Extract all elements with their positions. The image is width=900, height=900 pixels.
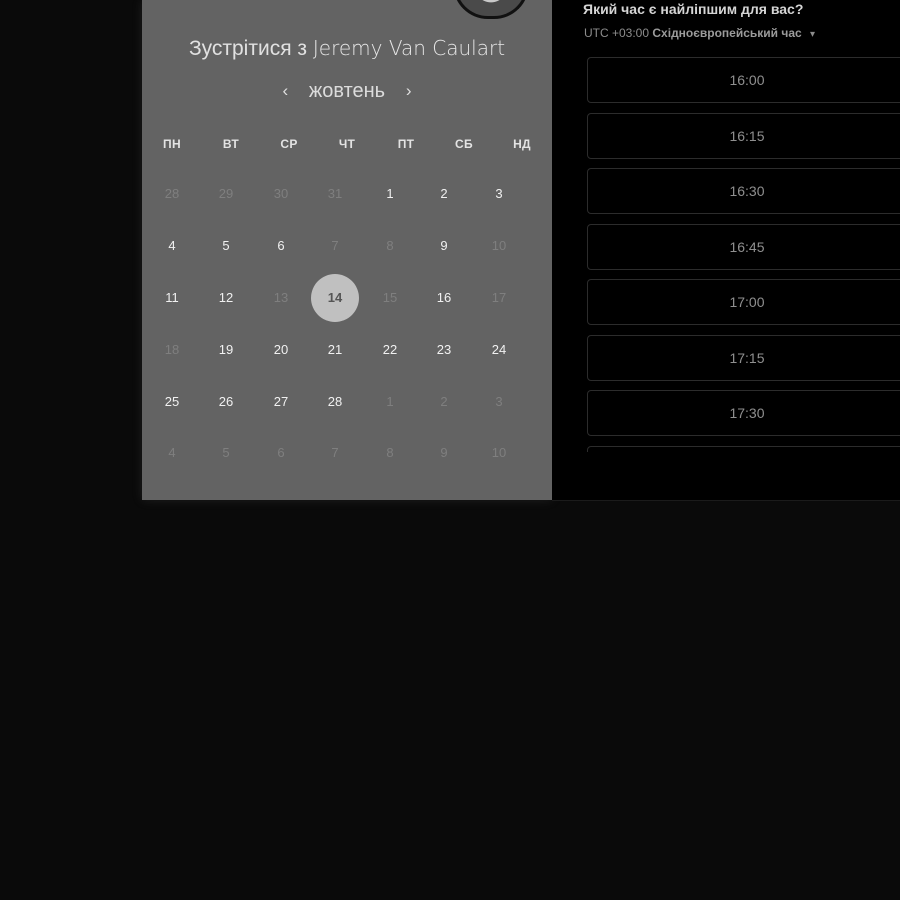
calendar-day: 7 bbox=[331, 238, 339, 253]
time-slot-button[interactable] bbox=[587, 445, 900, 452]
time-selection-panel: Який час є найліпшим для вас? UTC +03:00… bbox=[552, 0, 900, 501]
calendar-panel: Зустрітися з Jeremy Van Caulart ‹ жовтен… bbox=[142, 0, 552, 500]
timezone-offset: UTC +03:00 bbox=[584, 26, 650, 40]
meeting-title: Зустрітися з Jeremy Van Caulart bbox=[142, 36, 552, 61]
calendar-day: 15 bbox=[382, 290, 398, 305]
timezone-selector[interactable]: UTC +03:00 Східноєвропейський час ▾ bbox=[584, 26, 815, 40]
host-avatar bbox=[453, 0, 529, 19]
calendar-day[interactable]: 2 bbox=[420, 170, 468, 218]
time-slot-list[interactable]: 16:00 16:15 16:30 16:45 17:00 17:15 17:30 bbox=[587, 57, 900, 452]
calendar-day: 8 bbox=[386, 445, 394, 460]
time-slot-button[interactable]: 16:45 bbox=[587, 223, 900, 270]
calendar-day: 2 bbox=[440, 394, 448, 409]
calendar-day: 7 bbox=[331, 445, 339, 460]
weekday-label: СР bbox=[280, 137, 298, 151]
calendar-day: 10 bbox=[491, 238, 507, 253]
weekday-label: ВТ bbox=[222, 137, 240, 151]
calendar-day: 3 bbox=[495, 394, 503, 409]
weekday-label: НД bbox=[513, 137, 531, 151]
calendar-day[interactable]: 4 bbox=[148, 222, 196, 270]
calendar-day: 9 bbox=[440, 445, 448, 460]
calendar-day: 8 bbox=[386, 238, 394, 253]
calendar-day: 17 bbox=[491, 290, 507, 305]
month-navigation: ‹ жовтень › bbox=[142, 80, 552, 103]
calendar-day[interactable]: 23 bbox=[420, 326, 468, 374]
month-label: жовтень bbox=[308, 80, 386, 102]
chevron-right-icon[interactable]: › bbox=[401, 81, 417, 101]
booking-page: Зустрітися з Jeremy Van Caulart ‹ жовтен… bbox=[0, 0, 900, 900]
time-slot-button[interactable]: 17:15 bbox=[587, 334, 900, 381]
time-slot-button[interactable]: 17:30 bbox=[587, 390, 900, 436]
timezone-name: Східноєвропейський час bbox=[652, 26, 802, 40]
calendar-day: 1 bbox=[386, 394, 394, 409]
calendar-day[interactable]: 26 bbox=[202, 378, 250, 426]
weekday-label: СБ bbox=[455, 137, 473, 151]
weekday-label: ПН bbox=[163, 137, 181, 151]
calendar-day: 18 bbox=[164, 342, 180, 357]
time-slot-button[interactable]: 17:00 bbox=[587, 279, 900, 325]
weekday-label: ЧТ bbox=[338, 137, 356, 151]
calendar-day[interactable]: 20 bbox=[257, 326, 305, 374]
meeting-title-prefix: Зустрітися з bbox=[188, 37, 308, 60]
calendar-day[interactable]: 3 bbox=[475, 170, 523, 218]
calendar-day: 31 bbox=[327, 186, 343, 201]
chevron-left-icon[interactable]: ‹ bbox=[277, 81, 293, 101]
calendar-day: 5 bbox=[222, 445, 230, 460]
weekday-label: ПТ bbox=[397, 137, 415, 151]
host-name: Jeremy Van Caulart bbox=[312, 36, 506, 60]
calendar-day[interactable]: 5 bbox=[202, 222, 250, 270]
calendar-day: 6 bbox=[277, 445, 285, 460]
calendar-day[interactable]: 1 bbox=[366, 170, 414, 218]
calendar-day: 28 bbox=[164, 186, 180, 201]
time-slot-button[interactable]: 16:00 bbox=[587, 57, 900, 103]
calendar-day-selected[interactable]: 14 bbox=[311, 274, 359, 322]
calendar-day[interactable]: 21 bbox=[311, 326, 359, 374]
calendar-day[interactable]: 25 bbox=[148, 378, 196, 426]
calendar-day: 29 bbox=[218, 186, 234, 201]
calendar-day[interactable]: 22 bbox=[366, 326, 414, 374]
caret-down-icon: ▾ bbox=[810, 29, 816, 40]
time-slot-button[interactable]: 16:30 bbox=[587, 168, 900, 214]
calendar-day: 4 bbox=[168, 445, 176, 460]
calendar-day[interactable]: 28 bbox=[311, 378, 359, 426]
calendar-day[interactable]: 24 bbox=[475, 326, 523, 374]
calendar-day[interactable]: 6 bbox=[257, 222, 305, 270]
time-slot-button[interactable]: 16:15 bbox=[587, 112, 900, 159]
calendar-day: 13 bbox=[273, 290, 289, 305]
calendar-day[interactable]: 19 bbox=[202, 326, 250, 374]
calendar-day: 30 bbox=[273, 186, 289, 201]
calendar-day[interactable]: 16 bbox=[420, 274, 468, 322]
time-question: Який час є найліпшим для вас? bbox=[583, 1, 804, 17]
calendar-day[interactable]: 11 bbox=[148, 274, 196, 322]
calendar-day: 10 bbox=[491, 445, 507, 460]
calendar-day[interactable]: 27 bbox=[257, 378, 305, 426]
calendar-day[interactable]: 9 bbox=[420, 222, 468, 270]
calendar-day[interactable]: 12 bbox=[202, 274, 250, 322]
